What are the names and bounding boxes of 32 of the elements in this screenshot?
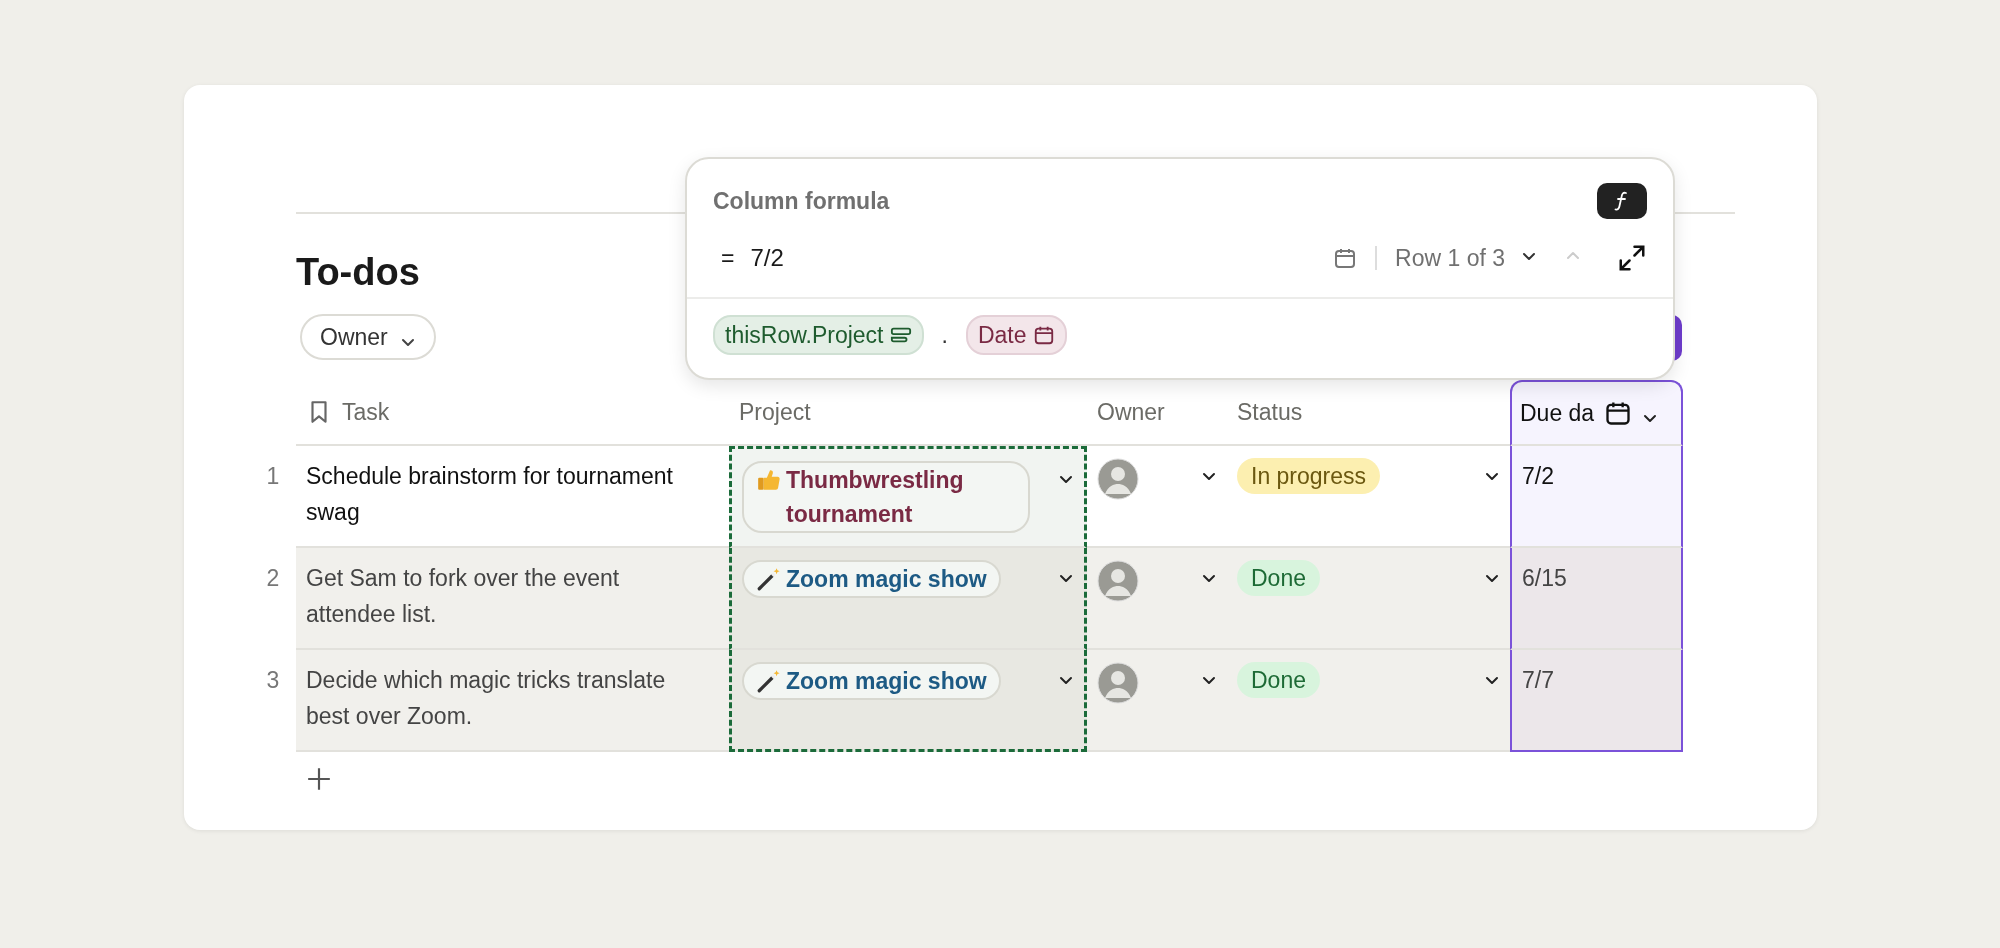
formula-token[interactable]: thisRow.Project [713, 315, 924, 355]
thumbs-up-icon [756, 467, 782, 493]
popup-title: Column formula [713, 187, 890, 215]
avatar-icon [1097, 458, 1139, 500]
avatar-icon [1097, 662, 1139, 704]
task-cell: Decide which magic tricks translate best over Zoom. [296, 650, 729, 752]
calendar-icon [1333, 246, 1358, 270]
avatar-icon [1097, 560, 1139, 602]
task-cell: Get Sam to fork over the event attendee list. [296, 548, 729, 650]
status-pill[interactable]: In progress [1237, 458, 1381, 494]
due-date-cell: 7/7 [1510, 650, 1683, 752]
row-indicator: Row 1 of 3 [1395, 244, 1505, 272]
status-pill[interactable]: Done [1237, 662, 1320, 698]
calendar-icon [1032, 324, 1055, 346]
due-date-cell: 7/2 [1510, 446, 1683, 548]
expand-icon[interactable] [1617, 243, 1647, 273]
project-tag[interactable]: Zoom magic show [742, 662, 1001, 700]
formula-token[interactable]: Date [965, 315, 1067, 355]
project-tag[interactable]: Zoom magic show [742, 560, 1001, 598]
equals-sign: = [721, 244, 735, 272]
table-title: To-dos [296, 250, 420, 294]
filter-button[interactable]: Owner [300, 314, 436, 360]
formula-result: 7/2 [750, 244, 785, 272]
due-date-cell: 6/15 [1510, 548, 1683, 650]
status-pill[interactable]: Done [1237, 560, 1320, 596]
formula-operator: . [940, 321, 949, 350]
magic-wand-icon [756, 668, 782, 694]
add-row-icon[interactable] [306, 766, 332, 792]
column-header[interactable]: Due da [1510, 380, 1683, 446]
magic-wand-icon [756, 566, 782, 592]
project-tag[interactable]: Thumbwrestling tournament [742, 461, 1030, 533]
formula-button[interactable] [1597, 183, 1647, 219]
